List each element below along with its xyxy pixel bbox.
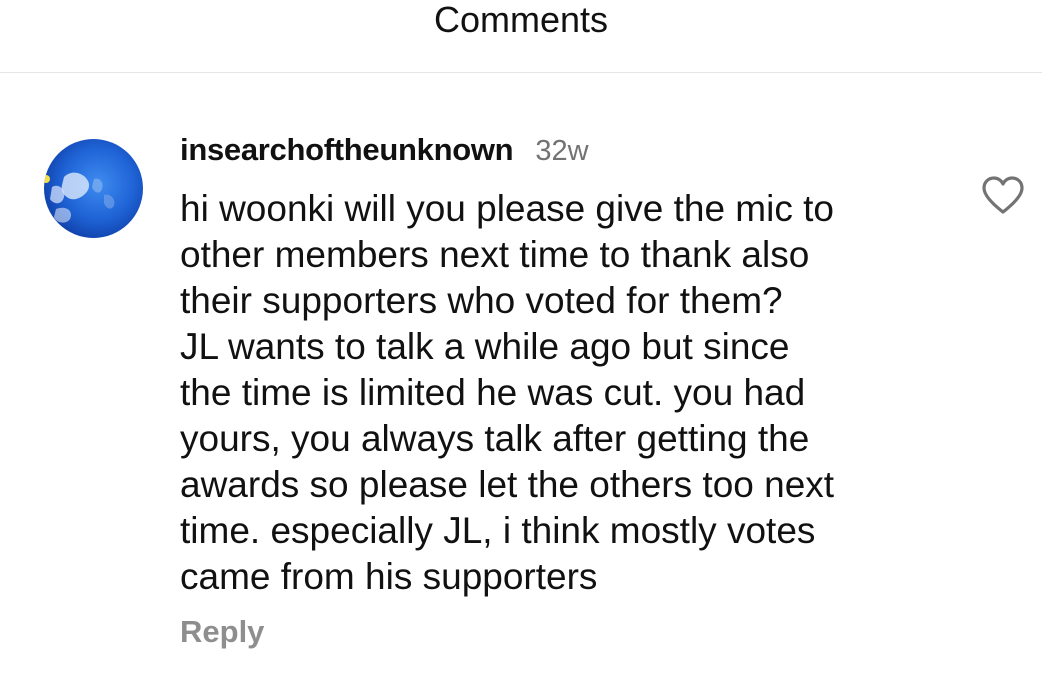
page-title: Comments [433,0,609,40]
comment-text: hi woonki will you please give the mic t… [180,186,940,600]
reply-button[interactable]: Reply [180,612,264,652]
comment-text-line: came from his supporters [180,556,598,597]
comment-text-line: other members next time to thank also [180,234,810,275]
comment-meta: insearchoftheunknown 32w [180,130,589,170]
globe-avatar-icon [44,139,143,238]
comment-username[interactable]: insearchoftheunknown [180,130,514,170]
comment-text-line: the time is limited he was cut. you had [180,372,806,413]
comments-header: Comments [0,0,1042,73]
comment-timestamp: 32w [535,135,589,167]
heart-outline-icon[interactable] [980,174,1026,216]
avatar[interactable] [44,139,143,238]
comment-text-line: their supporters who voted for them? [180,280,783,321]
comment-text-line: time. especially JL, i think mostly vote… [180,510,816,551]
comment-text-line: JL wants to talk a while ago but since [180,326,790,367]
comment-text-line: hi woonki will you please give the mic t… [180,188,834,229]
comment-text-line: awards so please let the others too next [180,464,835,505]
comment-text-line: yours, you always talk after getting the [180,418,810,459]
